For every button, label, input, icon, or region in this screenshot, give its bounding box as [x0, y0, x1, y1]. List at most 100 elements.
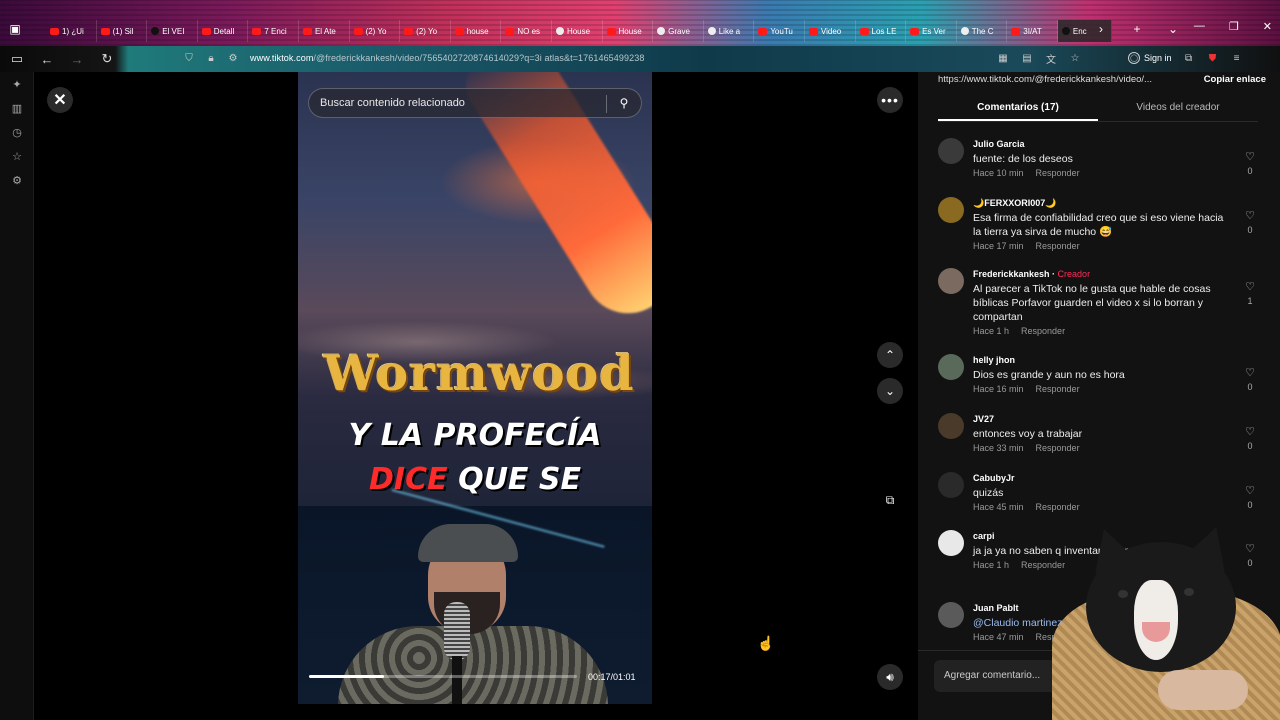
translate-icon[interactable]: 文 — [1044, 51, 1058, 66]
reload-icon[interactable]: ↻ — [98, 50, 116, 68]
forward-icon[interactable]: → — [68, 50, 86, 68]
like-heart-icon[interactable]: ♡ — [1244, 280, 1256, 293]
avatar[interactable] — [938, 197, 964, 223]
workspaces-icon[interactable]: ▣ — [6, 20, 24, 38]
like-heart-icon[interactable]: ♡ — [1244, 425, 1256, 438]
browser-tab[interactable]: NO es — [501, 20, 552, 42]
avatar[interactable] — [938, 138, 964, 164]
video-progress-bar[interactable] — [309, 675, 577, 678]
comment-text: Esa firma de confiabilidad creo que si e… — [973, 212, 1224, 238]
share-link[interactable]: https://www.tiktok.com/@frederickkankesh… — [938, 74, 1192, 85]
browser-tab[interactable]: (2) Yo — [350, 20, 401, 42]
comment-username[interactable]: CabubyJr — [973, 473, 1015, 483]
browser-sidebar: ✦ ▥ ◷ ☆ ⚙ — [0, 72, 34, 720]
microphone-graphic — [444, 602, 470, 660]
like-heart-icon[interactable]: ♡ — [1244, 150, 1256, 163]
close-video-button[interactable]: ✕ — [47, 87, 73, 113]
menu-icon[interactable]: ≡ — [1230, 51, 1244, 65]
minimize-icon[interactable]: — — [1194, 20, 1205, 33]
video-player[interactable]: Buscar contenido relacionado ⚲ Wormwood … — [298, 72, 652, 704]
browser-tab[interactable]: YouTu — [754, 20, 805, 42]
browser-tab[interactable]: Like a — [704, 20, 755, 42]
comment-username[interactable]: helly jhon — [973, 355, 1015, 365]
browser-tab[interactable]: The C — [957, 20, 1008, 42]
ai-sparkle-icon[interactable]: ✦ — [0, 72, 34, 96]
tab-comments[interactable]: Comentarios (17) — [938, 94, 1098, 121]
window-close-icon[interactable]: ✕ — [1263, 20, 1272, 33]
reply-button[interactable]: Responder — [1036, 502, 1080, 512]
tracking-shield-icon[interactable]: ⛉ — [182, 51, 196, 65]
mic-arm-graphic — [452, 656, 462, 704]
like-heart-icon[interactable]: ♡ — [1244, 366, 1256, 379]
extensions-icon[interactable]: ⧉ — [1182, 51, 1196, 65]
browser-tab[interactable]: El Ate — [299, 20, 350, 42]
copy-link-button[interactable]: Copiar enlace — [1204, 74, 1266, 85]
comment-meta: Hace 33 min Responder — [973, 443, 1080, 453]
ublock-icon[interactable]: ⛊ — [1206, 51, 1220, 65]
reply-button[interactable]: Responder — [1036, 168, 1080, 178]
comment-username[interactable]: 🌙FERXXORI007🌙 — [973, 198, 1056, 209]
new-tab-icon[interactable]: + — [1128, 20, 1146, 38]
browser-tab[interactable]: El VEI — [147, 20, 198, 42]
browser-tab[interactable]: 1) ¿Ui — [46, 20, 97, 42]
comment-username[interactable]: carpi — [973, 531, 995, 541]
browser-tab[interactable]: (2) Yo — [400, 20, 451, 42]
browser-tab[interactable]: House — [552, 20, 603, 42]
picture-in-picture-icon[interactable]: ⧉ — [880, 490, 900, 510]
bookmark-star-icon[interactable]: ☆ — [1068, 51, 1082, 65]
permissions-icon[interactable]: ⚙ — [226, 51, 240, 65]
browser-tab[interactable]: House — [603, 20, 654, 42]
restore-icon[interactable]: ❐ — [1229, 20, 1239, 33]
settings-gear-icon[interactable]: ⚙ — [0, 168, 34, 192]
comment-username-text: JV27 — [973, 414, 995, 424]
video-time: 00:17/01:01 — [588, 672, 636, 682]
reader-icon[interactable]: ▤ — [1020, 51, 1034, 65]
avatar[interactable] — [938, 354, 964, 380]
sidebar-toggle-icon[interactable]: ▭ — [8, 50, 26, 68]
reply-button[interactable]: Responder — [1021, 326, 1065, 336]
more-options-button[interactable]: ••• — [877, 87, 903, 113]
lock-icon[interactable]: 🔒︎ — [204, 51, 218, 65]
browser-tab[interactable]: Los LE — [856, 20, 907, 42]
back-icon[interactable]: ← — [38, 50, 56, 68]
comment-username[interactable]: Juan Pablt — [973, 603, 1019, 613]
comment-meta: Hace 17 min Responder — [973, 241, 1080, 251]
previous-video-button[interactable]: ⌃ — [877, 342, 903, 368]
favorites-icon[interactable]: ☆ — [0, 144, 34, 168]
avatar[interactable] — [938, 602, 964, 628]
reply-button[interactable]: Responder — [1036, 241, 1080, 251]
screenshot-icon[interactable]: ▦ — [996, 51, 1010, 65]
tab-creator-videos[interactable]: Videos del creador — [1098, 94, 1258, 121]
browser-tab[interactable]: Es Ver — [906, 20, 957, 42]
scroll-tabs-right-icon[interactable]: › — [1092, 20, 1110, 38]
history-icon[interactable]: ◷ — [0, 120, 34, 144]
avatar[interactable] — [938, 472, 964, 498]
browser-tab[interactable]: (1) Sil — [97, 20, 148, 42]
tab-search-icon[interactable]: ⌄ — [1164, 20, 1182, 38]
browser-tab[interactable]: Detall — [198, 20, 249, 42]
comment-time: Hace 1 h — [973, 560, 1010, 570]
browser-tab[interactable]: 3I/AT — [1007, 20, 1058, 42]
comment-username[interactable]: Frederickkankesh · Creador — [973, 269, 1090, 279]
volume-button[interactable]: 🔊︎ — [877, 664, 903, 690]
comment-username[interactable]: Julio Garcia — [973, 139, 1025, 149]
url-field[interactable]: www.tiktok.com/@frederickkankesh/video/7… — [250, 53, 644, 63]
avatar[interactable] — [938, 268, 964, 294]
next-video-button[interactable]: ⌄ — [877, 378, 903, 404]
avatar[interactable] — [938, 413, 964, 439]
sign-in-button[interactable]: ◯ Sign in — [1128, 52, 1172, 64]
like-heart-icon[interactable]: ♡ — [1244, 484, 1256, 497]
related-search-bar[interactable]: Buscar contenido relacionado ⚲ — [308, 88, 642, 118]
browser-tab[interactable]: 7 Enci — [248, 20, 299, 42]
reply-button[interactable]: Responder — [1036, 384, 1080, 394]
search-icon[interactable]: ⚲ — [616, 95, 632, 111]
reply-button[interactable]: Responder — [1036, 443, 1080, 453]
like-heart-icon[interactable]: ♡ — [1244, 209, 1256, 222]
browser-tab[interactable]: Video — [805, 20, 856, 42]
tiktok-favicon-icon — [151, 27, 160, 35]
collections-icon[interactable]: ▥ — [0, 96, 34, 120]
comment-username[interactable]: JV27 — [973, 414, 994, 424]
browser-tab[interactable]: Grave — [653, 20, 704, 42]
avatar[interactable] — [938, 530, 964, 556]
browser-tab[interactable]: house — [451, 20, 502, 42]
